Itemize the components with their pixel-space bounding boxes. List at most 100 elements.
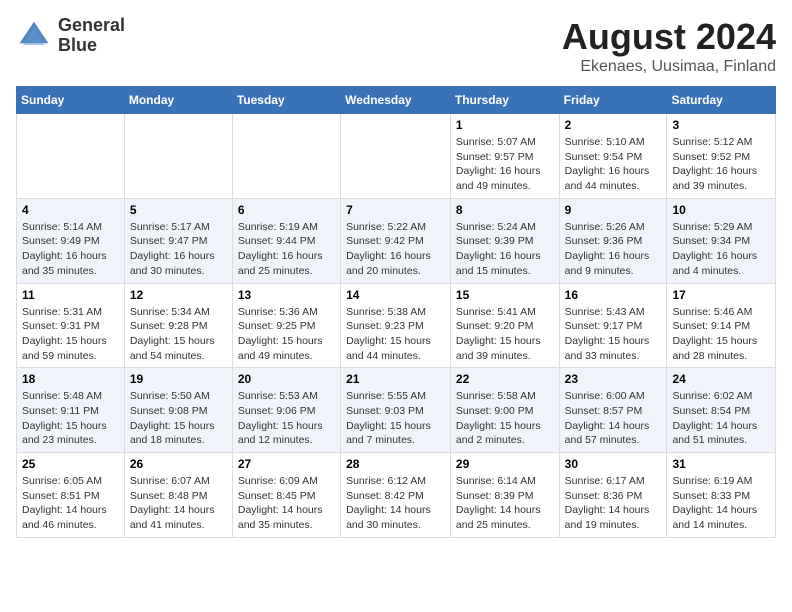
day-number: 26 <box>130 457 227 471</box>
header-area: General Blue August 2024 Ekenaes, Uusima… <box>16 16 776 76</box>
day-number: 23 <box>565 372 662 386</box>
day-number: 17 <box>672 288 770 302</box>
day-number: 14 <box>346 288 445 302</box>
calendar-table: SundayMondayTuesdayWednesdayThursdayFrid… <box>16 86 776 538</box>
day-info: Sunrise: 5:46 AM Sunset: 9:14 PM Dayligh… <box>672 305 770 364</box>
title-area: August 2024 Ekenaes, Uusimaa, Finland <box>562 16 776 76</box>
day-number: 18 <box>22 372 119 386</box>
weekday-header-monday: Monday <box>124 87 232 114</box>
calendar-cell <box>232 114 340 199</box>
day-info: Sunrise: 5:58 AM Sunset: 9:00 PM Dayligh… <box>456 389 554 448</box>
day-info: Sunrise: 5:14 AM Sunset: 9:49 PM Dayligh… <box>22 220 119 279</box>
day-number: 11 <box>22 288 119 302</box>
day-info: Sunrise: 6:05 AM Sunset: 8:51 PM Dayligh… <box>22 474 119 533</box>
calendar-cell: 16 Sunrise: 5:43 AM Sunset: 9:17 PM Dayli… <box>559 283 667 368</box>
day-number: 12 <box>130 288 227 302</box>
day-number: 6 <box>238 203 335 217</box>
calendar-cell: 30 Sunrise: 6:17 AM Sunset: 8:36 PM Dayli… <box>559 453 667 538</box>
calendar-cell: 10Sunrise: 5:29 AM Sunset: 9:34 PM Dayli… <box>667 198 776 283</box>
calendar-cell: 12 Sunrise: 5:34 AM Sunset: 9:28 PM Dayli… <box>124 283 232 368</box>
calendar-cell <box>124 114 232 199</box>
day-number: 7 <box>346 203 445 217</box>
calendar-cell: 6 Sunrise: 5:19 AM Sunset: 9:44 PM Daylig… <box>232 198 340 283</box>
calendar-week-row: 1 Sunrise: 5:07 AM Sunset: 9:57 PM Daylig… <box>17 114 776 199</box>
day-info: Sunrise: 6:02 AM Sunset: 8:54 PM Dayligh… <box>672 389 770 448</box>
month-year-title: August 2024 <box>562 16 776 58</box>
day-number: 20 <box>238 372 335 386</box>
calendar-cell: 5Sunrise: 5:17 AM Sunset: 9:47 PM Daylig… <box>124 198 232 283</box>
day-info: Sunrise: 5:19 AM Sunset: 9:44 PM Dayligh… <box>238 220 335 279</box>
calendar-cell: 26 Sunrise: 6:07 AM Sunset: 8:48 PM Dayli… <box>124 453 232 538</box>
weekday-header-wednesday: Wednesday <box>341 87 451 114</box>
day-info: Sunrise: 6:14 AM Sunset: 8:39 PM Dayligh… <box>456 474 554 533</box>
logo: General Blue <box>16 16 125 56</box>
day-number: 19 <box>130 372 227 386</box>
day-info: Sunrise: 6:09 AM Sunset: 8:45 PM Dayligh… <box>238 474 335 533</box>
calendar-cell: 27 Sunrise: 6:09 AM Sunset: 8:45 PM Dayli… <box>232 453 340 538</box>
day-info: Sunrise: 5:53 AM Sunset: 9:06 PM Dayligh… <box>238 389 335 448</box>
day-info: Sunrise: 5:17 AM Sunset: 9:47 PM Dayligh… <box>130 220 227 279</box>
calendar-cell: 14 Sunrise: 5:38 AM Sunset: 9:23 PM Dayli… <box>341 283 451 368</box>
calendar-cell: 18 Sunrise: 5:48 AM Sunset: 9:11 PM Dayli… <box>17 368 125 453</box>
weekday-header-sunday: Sunday <box>17 87 125 114</box>
logo-line1: General <box>58 16 125 36</box>
weekday-header-saturday: Saturday <box>667 87 776 114</box>
calendar-cell: 4 Sunrise: 5:14 AM Sunset: 9:49 PM Daylig… <box>17 198 125 283</box>
day-number: 27 <box>238 457 335 471</box>
day-number: 25 <box>22 457 119 471</box>
calendar-cell: 3Sunrise: 5:12 AM Sunset: 9:52 PM Daylig… <box>667 114 776 199</box>
day-number: 1 <box>456 118 554 132</box>
calendar-week-row: 11 Sunrise: 5:31 AM Sunset: 9:31 PM Dayli… <box>17 283 776 368</box>
day-number: 24 <box>672 372 770 386</box>
weekday-header-friday: Friday <box>559 87 667 114</box>
calendar-week-row: 18 Sunrise: 5:48 AM Sunset: 9:11 PM Dayli… <box>17 368 776 453</box>
calendar-cell: 13 Sunrise: 5:36 AM Sunset: 9:25 PM Dayli… <box>232 283 340 368</box>
calendar-cell: 29Sunrise: 6:14 AM Sunset: 8:39 PM Dayli… <box>450 453 559 538</box>
day-info: Sunrise: 5:29 AM Sunset: 9:34 PM Dayligh… <box>672 220 770 279</box>
day-info: Sunrise: 5:12 AM Sunset: 9:52 PM Dayligh… <box>672 135 770 194</box>
day-info: Sunrise: 6:17 AM Sunset: 8:36 PM Dayligh… <box>565 474 662 533</box>
day-number: 4 <box>22 203 119 217</box>
day-number: 30 <box>565 457 662 471</box>
day-info: Sunrise: 5:26 AM Sunset: 9:36 PM Dayligh… <box>565 220 662 279</box>
day-number: 13 <box>238 288 335 302</box>
calendar-cell: 28Sunrise: 6:12 AM Sunset: 8:42 PM Dayli… <box>341 453 451 538</box>
day-number: 21 <box>346 372 445 386</box>
weekday-header-row: SundayMondayTuesdayWednesdayThursdayFrid… <box>17 87 776 114</box>
calendar-cell: 15Sunrise: 5:41 AM Sunset: 9:20 PM Dayli… <box>450 283 559 368</box>
calendar-cell: 23Sunrise: 6:00 AM Sunset: 8:57 PM Dayli… <box>559 368 667 453</box>
calendar-week-row: 25 Sunrise: 6:05 AM Sunset: 8:51 PM Dayli… <box>17 453 776 538</box>
day-info: Sunrise: 5:31 AM Sunset: 9:31 PM Dayligh… <box>22 305 119 364</box>
day-number: 31 <box>672 457 770 471</box>
day-info: Sunrise: 6:19 AM Sunset: 8:33 PM Dayligh… <box>672 474 770 533</box>
day-number: 28 <box>346 457 445 471</box>
weekday-header-tuesday: Tuesday <box>232 87 340 114</box>
day-number: 2 <box>565 118 662 132</box>
day-info: Sunrise: 5:10 AM Sunset: 9:54 PM Dayligh… <box>565 135 662 194</box>
generalblue-logo-icon <box>16 18 52 54</box>
day-number: 16 <box>565 288 662 302</box>
calendar-cell: 21Sunrise: 5:55 AM Sunset: 9:03 PM Dayli… <box>341 368 451 453</box>
day-info: Sunrise: 6:07 AM Sunset: 8:48 PM Dayligh… <box>130 474 227 533</box>
day-info: Sunrise: 5:36 AM Sunset: 9:25 PM Dayligh… <box>238 305 335 364</box>
day-info: Sunrise: 5:50 AM Sunset: 9:08 PM Dayligh… <box>130 389 227 448</box>
day-info: Sunrise: 5:34 AM Sunset: 9:28 PM Dayligh… <box>130 305 227 364</box>
day-info: Sunrise: 5:07 AM Sunset: 9:57 PM Dayligh… <box>456 135 554 194</box>
calendar-cell: 24 Sunrise: 6:02 AM Sunset: 8:54 PM Dayli… <box>667 368 776 453</box>
calendar-cell <box>17 114 125 199</box>
weekday-header-thursday: Thursday <box>450 87 559 114</box>
day-number: 15 <box>456 288 554 302</box>
day-info: Sunrise: 5:43 AM Sunset: 9:17 PM Dayligh… <box>565 305 662 364</box>
day-number: 9 <box>565 203 662 217</box>
day-number: 8 <box>456 203 554 217</box>
calendar-cell <box>341 114 451 199</box>
calendar-week-row: 4 Sunrise: 5:14 AM Sunset: 9:49 PM Daylig… <box>17 198 776 283</box>
calendar-body: 1 Sunrise: 5:07 AM Sunset: 9:57 PM Daylig… <box>17 114 776 538</box>
day-info: Sunrise: 5:24 AM Sunset: 9:39 PM Dayligh… <box>456 220 554 279</box>
calendar-cell: 2 Sunrise: 5:10 AM Sunset: 9:54 PM Daylig… <box>559 114 667 199</box>
calendar-cell: 8 Sunrise: 5:24 AM Sunset: 9:39 PM Daylig… <box>450 198 559 283</box>
day-info: Sunrise: 5:38 AM Sunset: 9:23 PM Dayligh… <box>346 305 445 364</box>
calendar-header: SundayMondayTuesdayWednesdayThursdayFrid… <box>17 87 776 114</box>
day-info: Sunrise: 5:48 AM Sunset: 9:11 PM Dayligh… <box>22 389 119 448</box>
location-subtitle: Ekenaes, Uusimaa, Finland <box>562 58 776 76</box>
